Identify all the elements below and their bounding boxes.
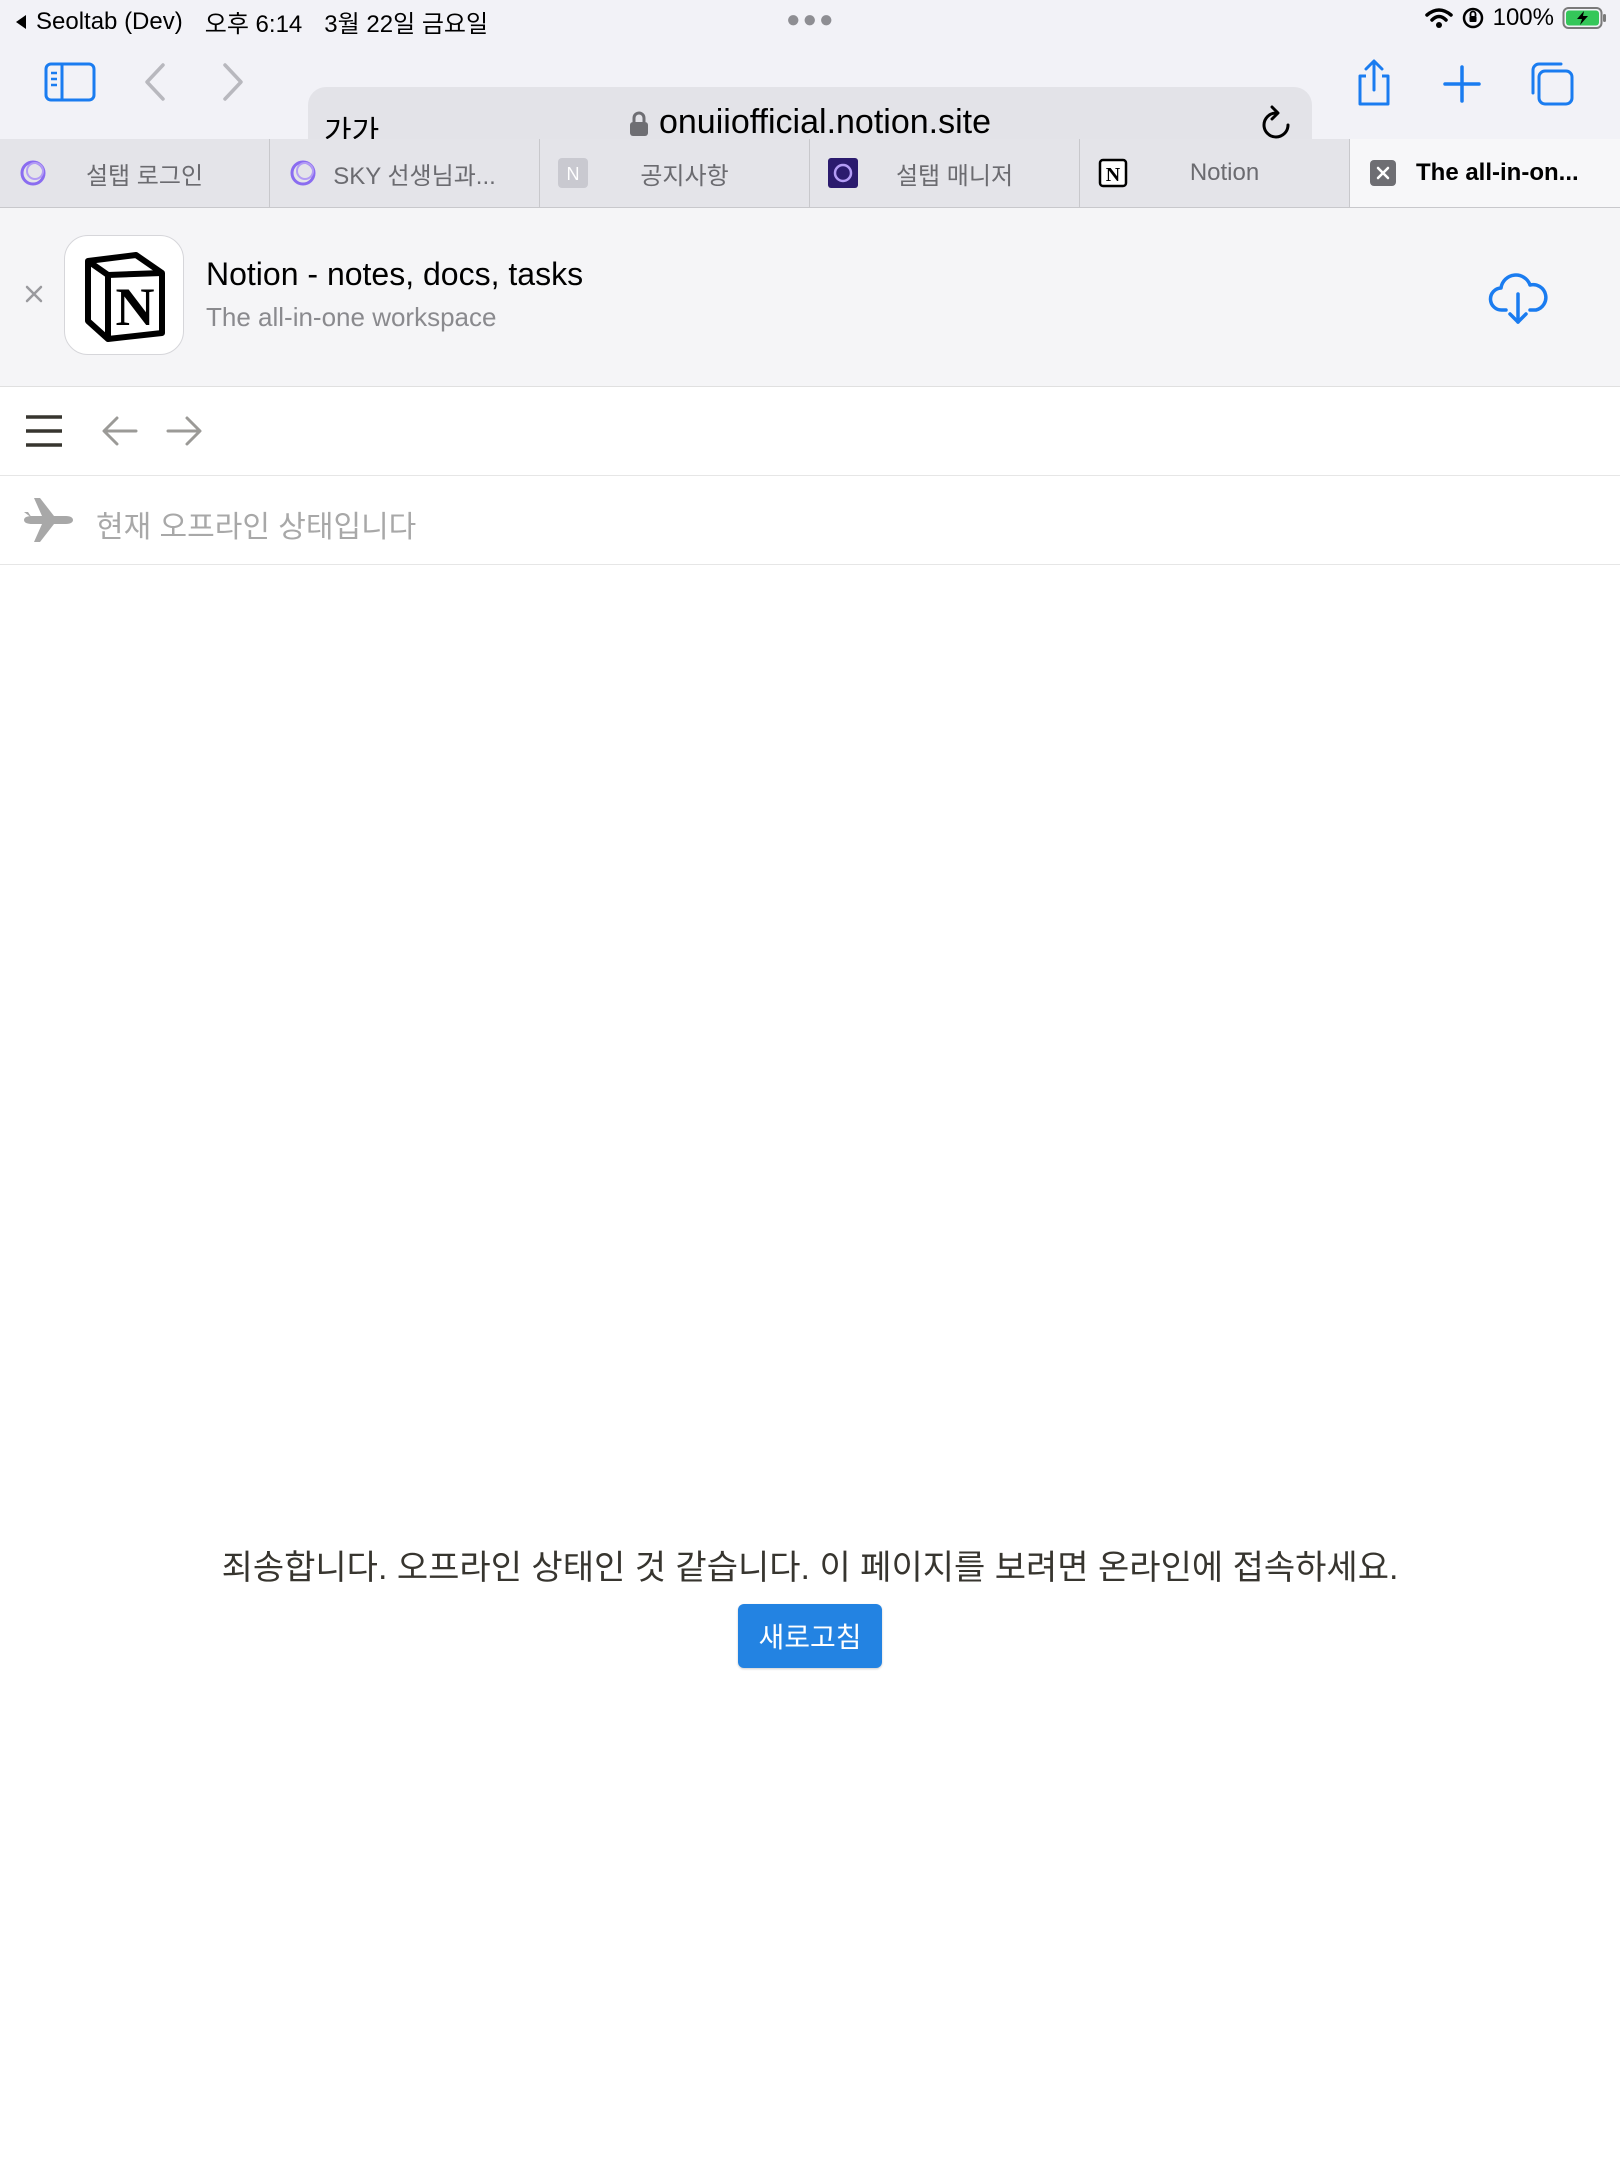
back-app-label: Seoltab (Dev) <box>36 7 183 35</box>
tab-notion[interactable]: N Notion <box>1080 139 1350 207</box>
page-back-arrow-icon[interactable] <box>100 413 140 454</box>
status-bar: Seoltab (Dev) 오후 6:14 3월 22일 금요일 ●●● 100… <box>0 0 1620 40</box>
svg-text:N: N <box>116 277 155 337</box>
refresh-button[interactable]: 새로고침 <box>738 1604 882 1668</box>
banner-app-subtitle: The all-in-one workspace <box>206 302 497 332</box>
status-right: 100% <box>1424 4 1608 32</box>
orientation-lock-icon <box>1462 7 1483 29</box>
tab-label: Notion <box>1189 159 1260 186</box>
tab-bar: 설탭 로그인 SKY 선생님과... N 공지사항 설탭 매니저 N Notio… <box>0 139 1620 208</box>
tab-sky-teacher[interactable]: SKY 선생님과... <box>270 139 540 207</box>
notion-app-icon[interactable]: N <box>64 235 184 355</box>
browser-forward-icon[interactable] <box>218 62 248 102</box>
battery-percent: 100% <box>1492 4 1554 31</box>
cloud-download-icon[interactable] <box>1488 270 1548 331</box>
lock-icon <box>629 111 648 137</box>
tab-label: SKY 선생님과... <box>333 162 496 190</box>
tab-label: 설탭 로그인 <box>85 162 204 190</box>
tab-notice[interactable]: N 공지사항 <box>540 139 810 207</box>
offline-message: 죄송합니다. 오프라인 상태인 것 같습니다. 이 페이지를 보려면 온라인에 … <box>221 1549 1399 1587</box>
tab-label: 공지사항 <box>640 162 729 190</box>
airplane-icon <box>22 496 74 549</box>
status-left: Seoltab (Dev) 오후 6:14 3월 22일 금요일 <box>14 4 488 39</box>
offline-status-text: 현재 오프라인 상태입니다 <box>96 511 417 544</box>
smart-app-banner: N Notion - notes, docs, tasks The all-in… <box>0 208 1620 387</box>
back-to-app[interactable]: Seoltab (Dev) <box>14 8 183 36</box>
back-triangle-icon <box>16 14 26 29</box>
url-text: onuiiofficial.notion.site <box>658 103 992 141</box>
tab-seoltab-manager[interactable]: 설탭 매니저 <box>810 139 1080 207</box>
offline-indicator: 현재 오프라인 상태입니다 <box>0 476 1620 565</box>
banner-close-icon[interactable] <box>20 280 48 313</box>
browser-toolbar: 가가 onuiiofficial.notion.site <box>0 40 1620 159</box>
url-display[interactable]: onuiiofficial.notion.site <box>308 103 1312 142</box>
menu-icon[interactable] <box>24 413 64 454</box>
notion-topbar <box>0 387 1620 476</box>
multitask-dots-icon[interactable]: ●●● <box>786 6 836 34</box>
wifi-icon <box>1424 8 1453 28</box>
status-date: 3월 22일 금요일 <box>324 11 489 38</box>
tab-label: The all-in-on... <box>1416 159 1579 186</box>
tab-overview-icon[interactable] <box>1526 60 1576 108</box>
battery-charging-icon <box>1562 7 1606 29</box>
browser-back-icon[interactable] <box>140 62 170 102</box>
reload-icon[interactable] <box>1258 103 1294 143</box>
banner-app-title: Notion - notes, docs, tasks <box>206 256 584 292</box>
sidebar-toggle-icon[interactable] <box>42 60 98 104</box>
status-time: 오후 6:14 <box>204 11 303 38</box>
tab-seoltab-login[interactable]: 설탭 로그인 <box>0 139 270 207</box>
share-icon[interactable] <box>1352 58 1396 108</box>
new-tab-icon[interactable] <box>1440 62 1484 106</box>
tab-all-in-one-active[interactable]: The all-in-on... <box>1350 139 1620 207</box>
tab-label: 설탭 매니저 <box>895 162 1014 190</box>
page-forward-arrow-icon[interactable] <box>164 413 204 454</box>
